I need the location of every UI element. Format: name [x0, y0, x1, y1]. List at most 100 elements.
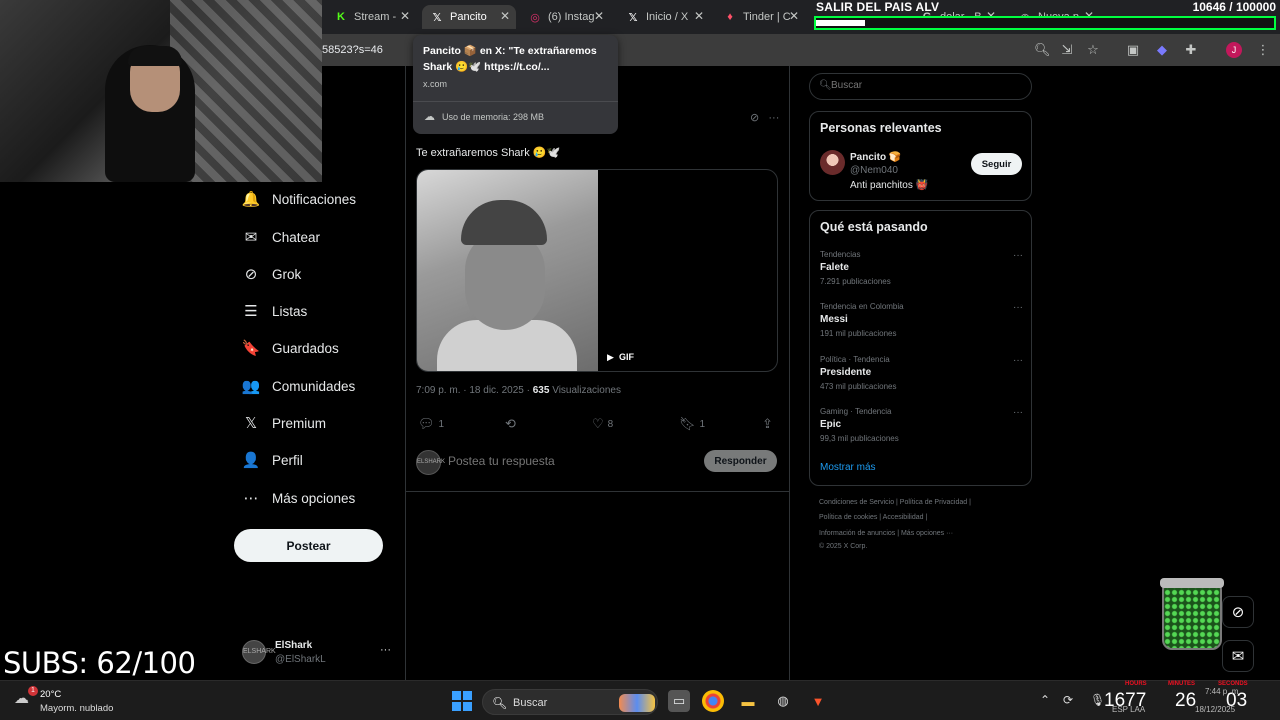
more-dots-icon[interactable]: ···: [1013, 407, 1023, 418]
nav-item-grok[interactable]: ⊘ Grok: [242, 261, 302, 287]
goal-progress-bar: [814, 16, 1276, 30]
nav-item-premium[interactable]: 𝕏 Premium: [242, 410, 326, 436]
star-icon[interactable]: ☆: [1085, 42, 1101, 58]
trend-count: 99,3 mil publicaciones: [820, 434, 899, 443]
chevron-up-icon[interactable]: ⌃: [1040, 693, 1050, 707]
hover-card-title: Pancito 📦 en X: "Te extrañaremos Shark 🥲…: [423, 45, 597, 73]
grok-icon[interactable]: ⊘: [1222, 596, 1254, 628]
weather-temp[interactable]: 20°C: [40, 689, 61, 700]
nav-item-guardados[interactable]: 🔖 Guardados: [242, 335, 339, 361]
trend-name: Falete: [820, 262, 849, 273]
footer-links[interactable]: Información de anuncios | Más opciones ·…: [819, 530, 953, 537]
trend-item[interactable]: Tendencias Falete 7.291 publicaciones ···: [820, 250, 1025, 290]
more-dots-icon[interactable]: ···: [380, 644, 391, 656]
tweet-media[interactable]: ▶ GIF: [416, 169, 778, 372]
folder-icon[interactable]: ▬: [737, 690, 759, 712]
x-icon: 𝕏: [432, 11, 442, 24]
nav-label: Notificaciones: [272, 191, 357, 207]
share-action[interactable]: ⇪: [762, 416, 777, 432]
retweet-action[interactable]: ⟲: [505, 416, 520, 432]
nav-item-chatear[interactable]: ✉ Chatear: [242, 224, 320, 250]
close-icon[interactable]: ✕: [789, 9, 799, 23]
close-icon[interactable]: ✕: [694, 9, 704, 23]
goal-progress-fill: [816, 20, 865, 26]
user-name[interactable]: Pancito 🍞: [850, 152, 901, 163]
footer-links[interactable]: Condiciones de Servicio | Política de Pr…: [819, 499, 971, 506]
bookmark-icon: 🔖︎: [679, 416, 696, 431]
bookmark-action[interactable]: 🔖︎ 1: [679, 416, 705, 432]
play-icon: ▶: [607, 352, 614, 362]
tweet-header-actions: ⊘ ···: [750, 111, 779, 124]
footer-links[interactable]: Política de cookies | Accesibilidad |: [819, 514, 927, 521]
close-icon[interactable]: ✕: [594, 9, 604, 23]
search-icon: 🔍︎: [492, 696, 508, 710]
microphone-icon[interactable]: 🎙︎: [1090, 693, 1105, 707]
timer-minutes-label: MINUTES: [1168, 681, 1195, 687]
trend-item[interactable]: Gaming · Tendencia Epic 99,3 mil publicaci…: [820, 407, 1025, 447]
clock-time[interactable]: 7:44 p. m.: [1205, 687, 1241, 696]
tab-inicio-x[interactable]: 𝕏 Inicio / X ✕: [618, 5, 710, 29]
trend-item[interactable]: Política · Tendencia Presidente 473 mil pu…: [820, 355, 1025, 395]
menu-dots-icon[interactable]: ⋮: [1255, 42, 1271, 58]
more-dots-icon[interactable]: ···: [768, 112, 779, 124]
install-icon[interactable]: ⇲: [1059, 42, 1075, 58]
extension-icon[interactable]: ◆: [1154, 42, 1170, 58]
tab-pancito[interactable]: 𝕏 Pancito ✕: [422, 5, 516, 29]
sub-jar-overlay: [1162, 580, 1222, 650]
nav-item-más-opciones[interactable]: ⋯ Más opciones: [242, 485, 356, 511]
nav-item-perfil[interactable]: 👤 Perfil: [242, 447, 303, 473]
messages-icon[interactable]: ✉: [1222, 640, 1254, 672]
like-action[interactable]: ♡ 8: [592, 416, 613, 432]
more-dots-icon[interactable]: ···: [1013, 250, 1023, 261]
brave-icon[interactable]: ▼: [807, 690, 829, 712]
zoom-icon[interactable]: 🔍︎: [1034, 42, 1051, 58]
clock-date[interactable]: 18/12/2025: [1195, 705, 1235, 714]
timer-minutes: 26: [1175, 690, 1197, 711]
tweet-time[interactable]: 7:09 p. m. · 18 dic. 2025 ·: [416, 385, 533, 396]
tab-stream[interactable]: K Stream - ✕: [326, 5, 416, 29]
url-field[interactable]: 58523?s=46: [322, 44, 383, 56]
screenshot-icon[interactable]: ▣: [1125, 42, 1141, 58]
windows-start-icon[interactable]: [452, 691, 472, 711]
close-icon[interactable]: ✕: [500, 9, 510, 23]
puzzle-icon[interactable]: ✚: [1183, 42, 1199, 58]
trend-name: Messi: [820, 314, 848, 325]
nav-item-comunidades[interactable]: 👥 Comunidades: [242, 373, 356, 399]
weather-desc[interactable]: Mayorm. nublado: [40, 703, 113, 714]
task-view-icon[interactable]: ▭: [668, 690, 690, 712]
reply-button[interactable]: Responder: [704, 450, 777, 472]
tab-hover-card: Pancito 📦 en X: "Te extrañaremos Shark 🥲…: [413, 35, 618, 134]
tab-tinder[interactable]: ♦ Tinder | C ✕: [715, 5, 805, 29]
search-icon: 🔍︎: [819, 80, 832, 91]
account-switcher[interactable]: ELSHARK ElShark @ElSharkL ···: [242, 638, 398, 668]
sync-icon[interactable]: ⟳: [1063, 693, 1073, 707]
taskbar-search[interactable]: 🔍︎ Buscar: [482, 689, 658, 715]
trend-context: Política · Tendencia: [820, 355, 890, 364]
search-highlight-icon: [619, 694, 655, 712]
avatar[interactable]: [820, 150, 845, 175]
grok-icon[interactable]: ⊘: [750, 112, 759, 124]
chrome-icon[interactable]: [702, 690, 724, 712]
nav-item-listas[interactable]: ☰ Listas: [242, 298, 307, 324]
card-title: Qué está pasando: [820, 220, 928, 234]
more-dots-icon[interactable]: ···: [1013, 302, 1023, 313]
obs-icon[interactable]: ◍: [772, 690, 794, 712]
profile-avatar-icon[interactable]: J: [1226, 42, 1242, 58]
show-more-link[interactable]: Mostrar más: [820, 462, 876, 473]
close-icon[interactable]: ✕: [400, 9, 410, 23]
view-count: 635: [532, 385, 550, 396]
search-input[interactable]: [831, 80, 1021, 91]
windows-taskbar: ☁ 1 20°C Mayorm. nublado 🔍︎ Buscar ▭ ▬ ◍…: [0, 680, 1280, 720]
language-indicator[interactable]: ESP LAA: [1112, 705, 1145, 714]
instagram-icon: ◎: [530, 11, 540, 24]
nav-item-notificaciones[interactable]: 🔔 Notificaciones: [242, 186, 356, 212]
post-button[interactable]: Postear: [234, 529, 383, 562]
reply-input[interactable]: [448, 454, 603, 468]
timer-hours-label: HOURS: [1125, 681, 1147, 687]
more-dots-icon[interactable]: ···: [1013, 355, 1023, 366]
reply-action[interactable]: 💬︎ 1: [418, 416, 444, 432]
tab-instagram[interactable]: ◎ (6) Instag ✕: [520, 5, 610, 29]
trend-item[interactable]: Tendencia en Colombia Messi 191 mil public…: [820, 302, 1025, 342]
follow-button[interactable]: Seguir: [971, 153, 1022, 175]
search-box[interactable]: 🔍︎: [809, 73, 1032, 100]
